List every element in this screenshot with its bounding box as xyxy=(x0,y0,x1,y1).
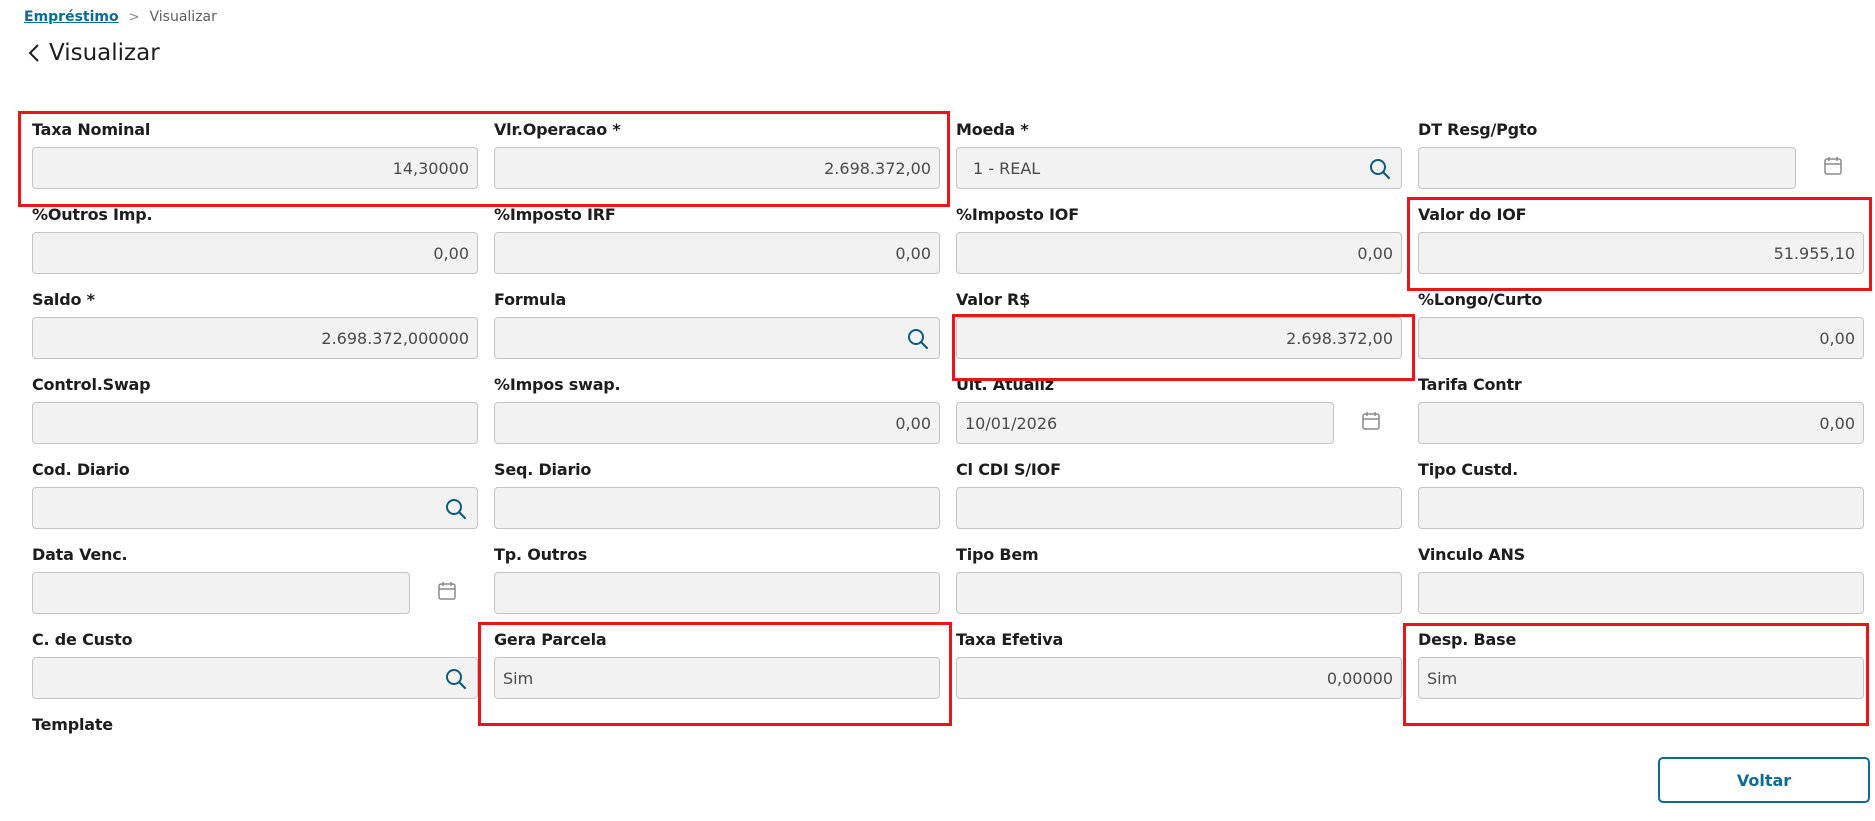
chevron-right-icon: > xyxy=(128,9,140,25)
calendar-icon[interactable] xyxy=(1361,411,1381,431)
value-taxa-efetiva: 0,00000 xyxy=(1326,668,1393,688)
imposto-iof-input[interactable]: 0,00 xyxy=(956,232,1402,274)
value-outros-imp: 0,00 xyxy=(433,243,469,263)
impos-swap-input[interactable]: 0,00 xyxy=(494,402,940,444)
value-imposto-iof: 0,00 xyxy=(1357,243,1393,263)
breadcrumb-current: Visualizar xyxy=(149,9,217,25)
imposto-irf-input[interactable]: 0,00 xyxy=(494,232,940,274)
valor-iof-input[interactable]: 51.955,10 xyxy=(1418,232,1864,274)
taxa-efetiva-input[interactable]: 0,00000 xyxy=(956,657,1402,699)
page-title: Visualizar xyxy=(49,40,160,66)
tp-outros-input[interactable] xyxy=(494,572,940,614)
moeda-input[interactable]: 1 - REAL xyxy=(956,147,1402,189)
vlr-operacao-input[interactable]: 2.698.372,00 xyxy=(494,147,940,189)
label-longo-curto: %Longo/Curto xyxy=(1418,290,1543,309)
calendar-icon[interactable] xyxy=(437,581,457,601)
value-tarifa-contr: 0,00 xyxy=(1819,413,1855,433)
value-vlr-operacao: 2.698.372,00 xyxy=(824,158,931,178)
value-saldo: 2.698.372,000000 xyxy=(321,328,469,348)
calendar-icon[interactable] xyxy=(1823,156,1843,176)
page: Empréstimo > Visualizar Visualizar Taxa … xyxy=(0,0,1875,821)
breadcrumb: Empréstimo > Visualizar xyxy=(24,9,217,25)
outros-imp-input[interactable]: 0,00 xyxy=(32,232,478,274)
label-desp-base: Desp. Base xyxy=(1418,630,1517,649)
label-tipo-custd: Tipo Custd. xyxy=(1418,460,1519,479)
label-valor-rs: Valor R$ xyxy=(956,290,1031,309)
label-dt-resg-pgto: DT Resg/Pgto xyxy=(1418,120,1538,139)
label-vlr-operacao: Vlr.Operacao * xyxy=(494,120,621,139)
gera-parcela-input[interactable]: Sim xyxy=(494,657,940,699)
search-icon[interactable] xyxy=(445,668,467,690)
search-icon[interactable] xyxy=(445,498,467,520)
back-link[interactable]: Visualizar xyxy=(28,40,160,66)
cod-diario-input[interactable] xyxy=(32,487,478,529)
seq-diario-input[interactable] xyxy=(494,487,940,529)
search-icon[interactable] xyxy=(1369,158,1391,180)
chevron-left-icon xyxy=(28,44,39,62)
label-imposto-irf: %Imposto IRF xyxy=(494,205,616,224)
label-template: Template xyxy=(32,715,113,734)
value-imposto-irf: 0,00 xyxy=(895,243,931,263)
label-taxa-efetiva: Taxa Efetiva xyxy=(956,630,1064,649)
data-venc-input[interactable] xyxy=(32,572,410,614)
value-ult-atualiz: 10/01/2026 xyxy=(965,413,1058,433)
label-cod-diario: Cod. Diario xyxy=(32,460,130,479)
saldo-input[interactable]: 2.698.372,000000 xyxy=(32,317,478,359)
taxa-nominal-input[interactable]: 14,30000 xyxy=(32,147,478,189)
label-vinculo-ans: Vinculo ANS xyxy=(1418,545,1525,564)
label-taxa-nominal: Taxa Nominal xyxy=(32,120,151,139)
search-icon[interactable] xyxy=(907,328,929,350)
label-ult-atualiz: Ult. Atualiz xyxy=(956,375,1054,394)
desp-base-input[interactable]: Sim xyxy=(1418,657,1864,699)
label-formula: Formula xyxy=(494,290,567,309)
vinculo-ans-input[interactable] xyxy=(1418,572,1864,614)
tarifa-contr-input[interactable]: 0,00 xyxy=(1418,402,1864,444)
breadcrumb-link-emprestimo[interactable]: Empréstimo xyxy=(24,9,119,25)
tipo-custd-input[interactable] xyxy=(1418,487,1864,529)
formula-input[interactable] xyxy=(494,317,940,359)
dt-resg-pgto-input[interactable] xyxy=(1418,147,1796,189)
ult-atualiz-input[interactable]: 10/01/2026 xyxy=(956,402,1334,444)
value-moeda: 1 - REAL xyxy=(973,158,1041,178)
value-longo-curto: 0,00 xyxy=(1819,328,1855,348)
value-impos-swap: 0,00 xyxy=(895,413,931,433)
label-imposto-iof: %Imposto IOF xyxy=(956,205,1079,224)
valor-rs-input[interactable]: 2.698.372,00 xyxy=(956,317,1402,359)
label-impos-swap: %Impos swap. xyxy=(494,375,621,394)
value-gera-parcela: Sim xyxy=(503,668,534,688)
cl-cdi-input[interactable] xyxy=(956,487,1402,529)
label-c-custo: C. de Custo xyxy=(32,630,133,649)
label-saldo: Saldo * xyxy=(32,290,95,309)
tipo-bem-input[interactable] xyxy=(956,572,1402,614)
label-tipo-bem: Tipo Bem xyxy=(956,545,1039,564)
label-outros-imp: %Outros Imp. xyxy=(32,205,153,224)
label-valor-iof: Valor do IOF xyxy=(1418,205,1527,224)
voltar-button[interactable]: Voltar xyxy=(1658,757,1870,803)
label-data-venc: Data Venc. xyxy=(32,545,128,564)
c-custo-input[interactable] xyxy=(32,657,478,699)
label-control-swap: Control.Swap xyxy=(32,375,151,394)
label-tp-outros: Tp. Outros xyxy=(494,545,588,564)
label-tarifa-contr: Tarifa Contr xyxy=(1418,375,1522,394)
control-swap-input[interactable] xyxy=(32,402,478,444)
value-valor-iof: 51.955,10 xyxy=(1773,243,1855,263)
label-seq-diario: Seq. Diario xyxy=(494,460,592,479)
label-cl-cdi: Cl CDI S/IOF xyxy=(956,460,1061,479)
label-gera-parcela: Gera Parcela xyxy=(494,630,607,649)
label-moeda: Moeda * xyxy=(956,120,1029,139)
value-valor-rs: 2.698.372,00 xyxy=(1286,328,1393,348)
value-desp-base: Sim xyxy=(1427,668,1458,688)
longo-curto-input[interactable]: 0,00 xyxy=(1418,317,1864,359)
value-taxa-nominal: 14,30000 xyxy=(392,158,469,178)
